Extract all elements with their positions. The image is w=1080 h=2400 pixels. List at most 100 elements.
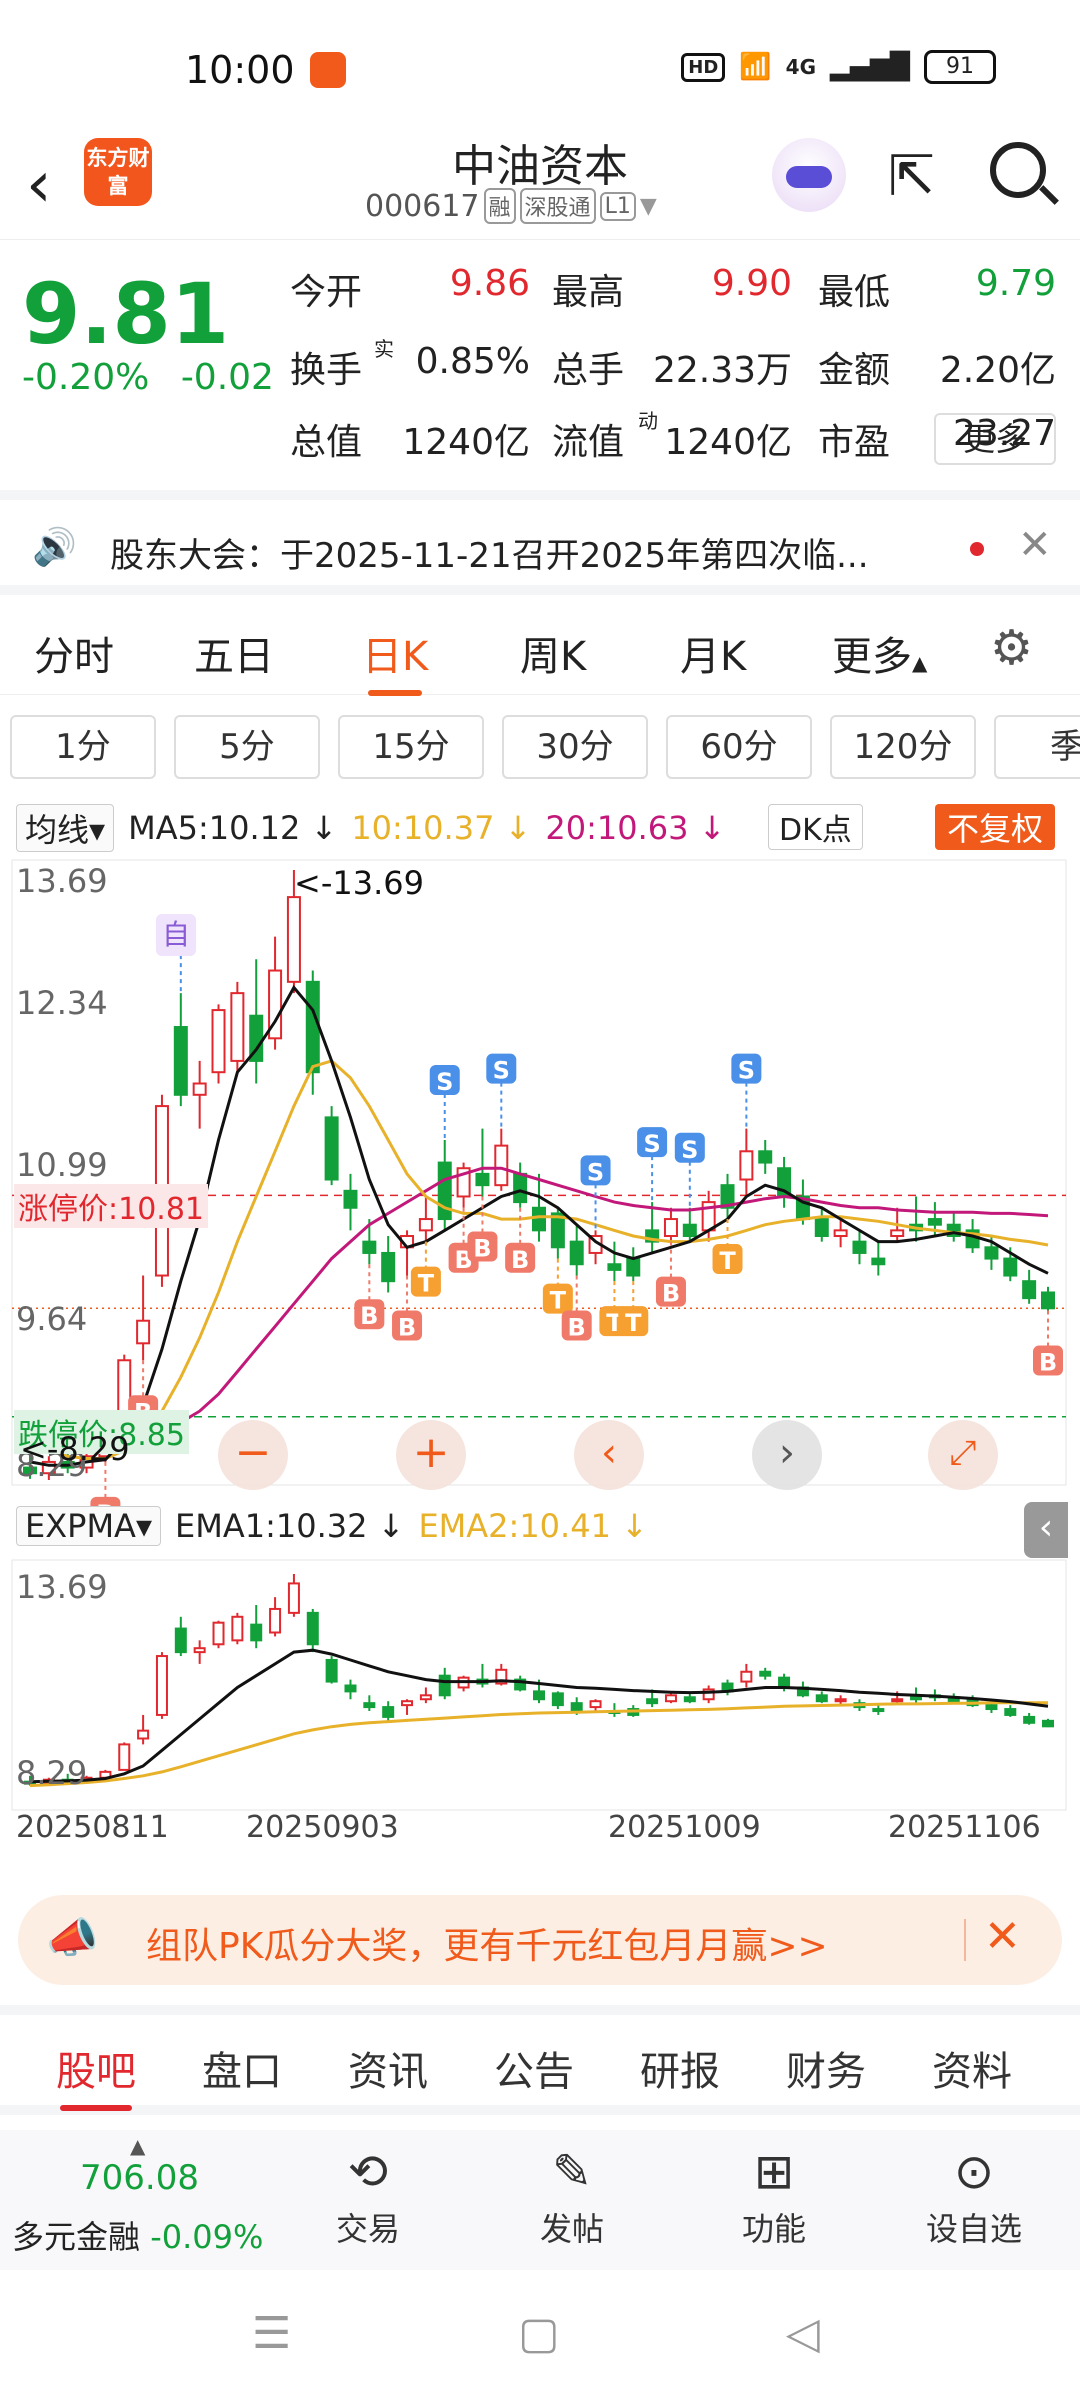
date-label-3: 20251009 [608,1810,761,1845]
kline-chart-area[interactable]: 均线▾ MA5:10.12 ↓ 10:10.37 ↓ 20:10.63 ↓ DK… [0,790,1080,1870]
quote-label: 换手 [290,350,363,391]
announcement-text[interactable]: 股东大会：于2025-11-21召开2025年第四次临... [110,528,869,577]
promo-banner[interactable]: 📣 组队PK瓜分大奖，更有千元红包月月赢>> ✕ [18,1895,1062,1985]
sub-candle-body [231,1615,244,1642]
sub-candle-body [174,1627,187,1654]
sub-candle-body [891,1698,904,1703]
main-candle-body [475,1172,490,1187]
tab-weekly-k[interactable]: 周K [520,624,586,682]
date-label-1: 20250811 [16,1810,169,1845]
date-label-2: 20250903 [246,1810,399,1845]
scroll-left-button[interactable]: ‹ [574,1420,644,1490]
zoom-in-button[interactable]: + [396,1420,466,1490]
main-candle-body [739,1150,754,1181]
sub-candle-body [872,1708,885,1713]
back-nav-icon[interactable]: ◁ [786,2308,820,2359]
tab-news[interactable]: 资讯 [348,2039,428,2097]
tab-more[interactable]: 更多▲ [832,624,927,682]
tab-daily-k[interactable]: 日K [362,624,428,696]
y-label-top: 13.69 [16,862,108,900]
sub-candle-body [118,1743,131,1771]
status-bar: 10:00 HD 📶 4G ▂▄▆█ 91 [0,0,1080,130]
signal-label: T [719,1247,736,1275]
ai-assistant-icon[interactable] [772,138,846,212]
main-candle-body [1022,1280,1037,1300]
tab-announcements[interactable]: 公告 [494,2039,574,2097]
speaker-icon: 🔊 [32,527,77,568]
unread-dot [970,542,984,556]
tab-five-day[interactable]: 五日 [194,624,274,682]
main-candle-body [286,896,301,983]
trade-label: 交易 [336,2210,401,2248]
sub-indicator-select[interactable]: EXPMA▾ [16,1506,161,1546]
ma10-line [29,1059,1049,1460]
promo-text[interactable]: 组队PK瓜分大奖，更有千元红包月月赢>> [146,1917,828,1969]
functions-button[interactable]: ⊞ 功能 [742,2144,806,2250]
signal-label: B [360,1302,378,1330]
chip-5min[interactable]: 5分 [174,715,320,779]
signal-label: S [681,1136,698,1164]
main-candle-body [324,1116,339,1181]
sub-candle-body [438,1674,451,1697]
zoom-out-button[interactable]: − [218,1420,288,1490]
tab-pankou[interactable]: 盘口 [202,2039,282,2097]
quote-value: 9.79 [975,263,1056,304]
change-percent: -0.20% [22,357,150,398]
stock-code-bar[interactable]: 000617 融 深股通 L1 ▼ [365,188,657,224]
tab-more-label: 更多 [832,634,912,680]
tag-connect: 深股通 [519,188,596,224]
chip-60min[interactable]: 60分 [666,715,812,779]
chip-1min[interactable]: 1分 [10,715,156,779]
sub-y-label-top: 13.69 [16,1568,108,1606]
main-candle-body [890,1229,905,1237]
fullscreen-icon[interactable]: ⤢ [928,1420,998,1490]
quote-value: 1240亿 [402,422,530,463]
share-icon[interactable]: ⇱ [888,144,935,209]
search-icon[interactable] [990,142,1046,198]
quote-panel: 9.81 -0.20% -0.02 今开 9.86 最高 9.90 最低 9.79 换手 0.… [0,245,1080,485]
scroll-right-button[interactable]: › [752,1420,822,1490]
y-label-3: 10.99 [16,1146,108,1184]
grid-icon: ⊞ [753,2144,795,2200]
tab-finance[interactable]: 财务 [786,2039,866,2097]
chip-quarter[interactable]: 季 [994,715,1080,779]
sector-index[interactable]: 多元金融 -0.09% [12,2212,263,2258]
turnover-superscript: 实 [374,337,394,361]
tab-intraday[interactable]: 分时 [34,624,114,682]
home-icon[interactable]: ▢ [518,2308,560,2359]
tab-profile[interactable]: 资料 [932,2039,1012,2097]
quote-label: 总值 [290,422,363,463]
high-marker: <-13.69 [294,864,424,902]
sector-change: -0.09% [150,2218,264,2256]
quote-label: 最低 [818,272,891,313]
menu-icon[interactable]: ☰ [252,2308,291,2359]
tab-research[interactable]: 研报 [640,2039,720,2097]
sub-candle-body [287,1582,300,1614]
sub-candle-body [740,1670,753,1683]
ema2-label: EMA2:10.41 [418,1507,611,1545]
close-icon[interactable]: ✕ [984,1911,1021,1962]
tab-monthly-k[interactable]: 月K [680,624,746,682]
period-tabs: 分时 五日 日K 周K 月K 更多▲ ⚙ [0,600,1080,696]
gear-icon[interactable]: ⚙ [990,620,1033,676]
collapse-panel-icon[interactable]: ‹ [1024,1502,1068,1558]
chip-15min[interactable]: 15分 [338,715,484,779]
sector-index-value[interactable]: 706.08 [80,2158,199,2198]
more-button[interactable]: 更多 [934,413,1056,465]
announcement-bar[interactable]: 🔊 股东大会：于2025-11-21召开2025年第四次临... ✕ [0,490,1080,595]
banner-divider [964,1919,966,1961]
chip-30min[interactable]: 30分 [502,715,648,779]
sub-candle-body [759,1670,772,1677]
signal-label: B [398,1314,416,1342]
tab-guba[interactable]: 股吧 [56,2039,136,2111]
signal-label: B [511,1246,529,1274]
sub-candle-body [1004,1708,1017,1716]
close-icon[interactable]: ✕ [1018,522,1052,568]
chip-120min[interactable]: 120分 [830,715,976,779]
add-watchlist-button[interactable]: ⊙ 设自选 [926,2144,1022,2250]
main-candle-body [532,1206,546,1232]
post-button[interactable]: ✎ 发帖 [540,2144,604,2250]
quote-value: 0.85% [415,341,530,382]
trade-button[interactable]: ⟲ 交易 [336,2144,400,2250]
quote-value: 9.90 [711,263,792,304]
